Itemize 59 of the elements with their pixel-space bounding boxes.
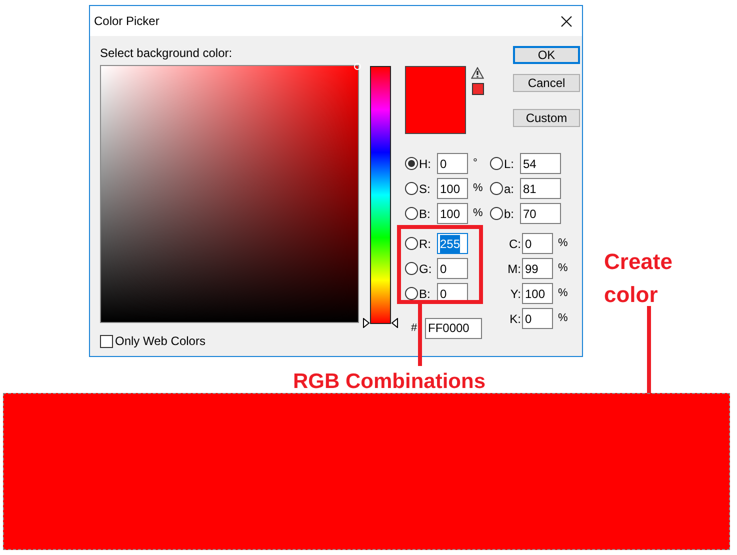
color-field[interactable] (100, 65, 359, 323)
color-preview (405, 66, 466, 134)
input-field[interactable]: 0 (522, 233, 553, 254)
unit-label: % (558, 236, 568, 252)
checkbox-label: Only Web Colors (115, 333, 206, 350)
input-field[interactable]: 99 (522, 258, 553, 279)
field-label: b: (503, 206, 516, 222)
window-title: Color Picker (94, 13, 160, 30)
field-label: G: (418, 260, 433, 278)
input-field[interactable]: 100 (522, 283, 553, 304)
radio-button[interactable] (405, 287, 418, 300)
warning-icon[interactable] (471, 67, 484, 79)
radio-button[interactable] (405, 182, 418, 195)
input-field[interactable]: 70 (520, 203, 561, 224)
unit-label: % (473, 206, 483, 222)
field-label: K: (508, 310, 522, 328)
input-field[interactable]: 100 (437, 203, 468, 224)
field-label: L: (503, 156, 516, 172)
unit-label: % (558, 261, 568, 276)
radio-button[interactable] (490, 157, 503, 170)
input-field[interactable]: FF0000 (425, 318, 482, 338)
annotation-label: RGB Combinations (293, 369, 486, 395)
slider-thumb[interactable] (363, 318, 398, 328)
dialog-button[interactable]: OK (513, 46, 580, 64)
radio-button[interactable] (490, 207, 503, 220)
unit-label: % (473, 181, 483, 196)
field-label: R: (418, 236, 432, 252)
gamut-swatch[interactable] (472, 83, 484, 95)
checkbox[interactable] (100, 334, 113, 348)
input-field[interactable]: 81 (520, 178, 561, 199)
hex-label: # (411, 320, 418, 336)
radio-button[interactable] (405, 207, 418, 220)
radio-button[interactable] (490, 182, 503, 195)
field-label: C: (508, 236, 522, 252)
input-field[interactable]: 100 (437, 178, 468, 199)
annotation-label: Create color (604, 248, 674, 309)
dialog-button[interactable]: Custom (513, 109, 580, 127)
unit-label: % (558, 286, 568, 302)
input-field[interactable]: 0 (522, 308, 553, 329)
unit-label: ° (473, 156, 478, 172)
dialog-button[interactable]: Cancel (513, 74, 580, 92)
field-label: B: (418, 206, 432, 222)
field-label: S: (418, 180, 432, 198)
field-label: M: (506, 260, 522, 278)
unit-label: % (558, 311, 568, 326)
field-label: H: (418, 156, 432, 172)
picker-handle[interactable] (354, 63, 361, 70)
radio-button[interactable] (405, 157, 418, 170)
prompt-label: Select background color: (100, 45, 234, 62)
input-field[interactable]: 0 (437, 258, 468, 279)
close-icon[interactable] (561, 16, 572, 26)
field-label: B: (418, 286, 432, 302)
radio-button[interactable] (405, 262, 418, 275)
field-label: Y: (509, 286, 522, 302)
radio-button[interactable] (405, 237, 418, 250)
input-field[interactable]: 0 (437, 153, 468, 174)
input-field[interactable]: 255 (437, 233, 468, 254)
field-label: a: (503, 180, 516, 198)
input-field[interactable]: 54 (520, 153, 561, 174)
